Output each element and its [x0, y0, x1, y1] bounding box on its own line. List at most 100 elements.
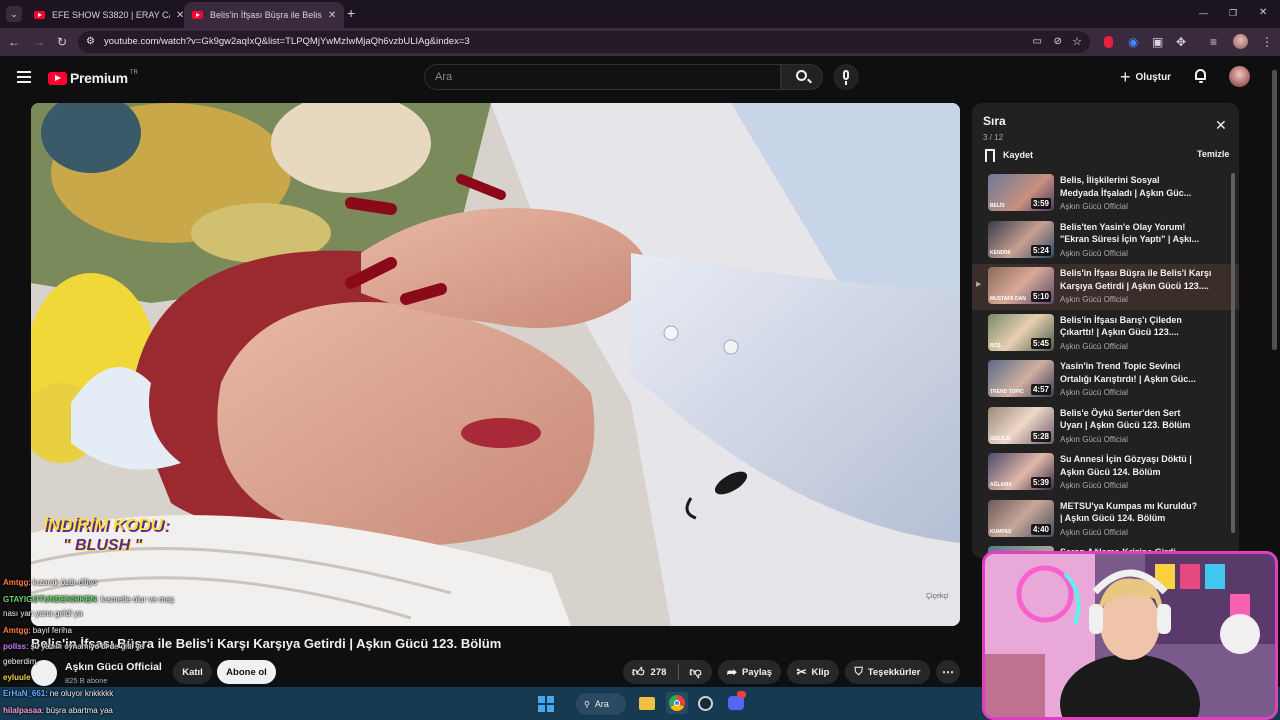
join-button[interactable]: Katıl [173, 660, 212, 684]
playlist-item[interactable]: GİZLİLİK 5:28 Belis'e Öykü Serter'den Se… [972, 404, 1239, 450]
taskbar-search-label: Ara [594, 699, 609, 709]
hide-icon[interactable]: ⊘ [1054, 31, 1062, 53]
chrome-icon[interactable] [666, 692, 688, 714]
video-frame [31, 103, 960, 626]
windows-start-icon[interactable] [538, 696, 554, 712]
steam-icon[interactable] [698, 696, 713, 711]
page-scrollbar[interactable] [1272, 70, 1277, 350]
thumbs-down-icon[interactable]: 👎︎ [689, 665, 701, 680]
clip-button[interactable]: ✂ Klip [787, 660, 839, 684]
playlist-item[interactable]: TREND TOPIC 4:57 Yasin'in Trend Topic Se… [972, 357, 1239, 403]
extensions-puzzle-icon[interactable]: ✥ [1176, 35, 1186, 49]
youtube-header: Premium TR Ara + Oluştur [0, 56, 1280, 100]
playlist-item-title: Belis, İlişkilerini Sosyal Medyada İfşal… [1060, 175, 1192, 198]
close-icon[interactable]: ✕ [1215, 117, 1227, 134]
playlist-position: 3 / 12 [983, 133, 1004, 142]
browser-tab-bar: ⌄ EFE SHOW S3820 | ERAY CAN Ö ✕ Belis'in… [0, 0, 1280, 28]
playlist-item-title: Yasin'in Trend Topic Sevinci Ortalığı Ka… [1060, 361, 1196, 384]
scissors-icon: ✂ [796, 665, 807, 679]
tab-close-icon[interactable]: ✕ [328, 10, 336, 21]
country-badge: TR [129, 70, 138, 76]
playlist-item-current[interactable]: ▶ MUSTAFA DAN 5:10 Belis'in İfşası Büşra… [972, 264, 1239, 310]
chat-text: geberdim [3, 657, 37, 666]
reload-icon[interactable]: ↻ [57, 35, 67, 49]
chat-username: Amtgg [3, 626, 29, 635]
tab-efe-show[interactable]: EFE SHOW S3820 | ERAY CAN Ö ✕ [26, 2, 192, 28]
duration-badge: 5:24 [1030, 244, 1051, 256]
playlist-item-title: Belis'in İfşası Büşra ile Belis'i Karşı … [1060, 268, 1212, 291]
channel-name[interactable]: Aşkın Gücü Official [65, 661, 162, 673]
video-thumbnail: BÖŞ 5:45 [988, 313, 1054, 351]
promo-overlay-line1: İNDİRİM KODU: [43, 515, 169, 534]
extension-red-icon[interactable] [1104, 36, 1113, 48]
voice-search-button[interactable] [833, 64, 859, 90]
playlist-scrollbar[interactable] [1231, 173, 1235, 533]
chat-message: Amtgg: kızarak özür diliyo [3, 578, 97, 587]
video-player[interactable]: İNDİRİM KODU: " BLUSH " Çiçekçi [31, 103, 960, 626]
playlist-item[interactable]: KENDİNİ 5:24 Belis'ten Yasin'e Olay Yoru… [972, 218, 1239, 264]
site-info-icon[interactable]: ⚙ [86, 31, 95, 53]
bookmark-icon [985, 148, 995, 162]
reading-list-icon[interactable]: ≡ [1210, 35, 1217, 49]
taskbar-search[interactable]: ⚲ Ara [576, 693, 626, 715]
subscribe-button[interactable]: Abone ol [217, 660, 276, 684]
profile-avatar[interactable] [1233, 34, 1248, 49]
video-thumbnail: KUMPAS 4:40 [988, 499, 1054, 537]
share-button[interactable]: ➦ Paylaş [718, 660, 781, 684]
url-field[interactable]: ⚙ youtube.com/watch?v=Gk9gw2aqIxQ&list=T… [78, 31, 1090, 53]
chat-message: pollss: şu yazılıı oynamıyo bi de gitti … [3, 642, 144, 651]
discord-icon[interactable] [728, 691, 746, 710]
playlist-item-title: METSU'ya Kumpas mı Kuruldu? | Aşkın Gücü… [1060, 500, 1198, 524]
tab-belis[interactable]: Belis'in İfşası Büşra ile Belis'i Kar ✕ [184, 2, 345, 28]
extension-audio-icon[interactable]: ◉ [1128, 35, 1138, 49]
bookmark-star-icon[interactable]: ☆ [1072, 31, 1082, 53]
like-count: 278 [650, 666, 667, 678]
search-icon: ⚲ [584, 699, 590, 709]
logo-text: Premium [70, 70, 128, 86]
discord-badge [737, 691, 746, 698]
file-explorer-icon[interactable] [639, 697, 655, 710]
plus-icon: + [1120, 66, 1131, 87]
thumb-caption: BELİS [990, 203, 1005, 209]
account-avatar[interactable] [1229, 66, 1250, 87]
tab-list-button[interactable]: ⌄ [6, 6, 22, 22]
restore-button[interactable]: ❐ [1229, 6, 1237, 20]
playlist-item[interactable]: KUMPAS 4:40 METSU'ya Kumpas mı Kuruldu? … [972, 497, 1239, 543]
chat-text: : kısmetle olur ve maç [96, 595, 175, 604]
duration-badge: 5:39 [1030, 477, 1051, 488]
playlist-item-title: Belis'e Öykü Serter'den Sert Uyarı | Aşk… [1060, 407, 1191, 431]
save-playlist-button[interactable]: Kaydet [985, 147, 1033, 163]
playlist-item[interactable]: BELİS 3:59 Belis, İlişkilerini Sosyal Me… [972, 171, 1239, 217]
clear-playlist-button[interactable]: Temizle [1197, 149, 1229, 159]
like-button[interactable]: 👍︎ 278 [623, 665, 666, 680]
thumb-caption: TREND TOPIC [990, 389, 1024, 395]
search-button[interactable] [781, 64, 823, 90]
minimize-button[interactable]: — [1199, 6, 1208, 20]
back-icon[interactable]: ← [8, 35, 20, 49]
extension-shield-icon[interactable]: ▣ [1152, 35, 1163, 49]
more-actions-button[interactable]: ⋯ [936, 660, 960, 684]
chat-text: : kızarak özür diliyo [28, 578, 97, 587]
notifications-bell-icon[interactable] [1194, 69, 1208, 83]
thumb-caption: KUMPAS [990, 528, 1012, 535]
chat-message: geberdim [3, 657, 36, 666]
chat-message: Amtgg: bayıl feriha [3, 626, 72, 635]
tab-title: EFE SHOW S3820 | ERAY CAN Ö [52, 10, 170, 20]
playlist-item[interactable]: BÖŞ 5:45 Belis'in İfşası Barış'ı Çileden… [972, 311, 1239, 357]
chat-text: : bayıl feriha [28, 626, 72, 635]
youtube-logo[interactable]: Premium TR [48, 69, 138, 87]
playlist-item[interactable]: AĞLAMA 5:39 Su Annesi İçin Gözyaşı Döktü… [972, 450, 1239, 496]
browser-menu-icon[interactable]: ⋮ [1261, 35, 1273, 49]
microphone-icon [843, 70, 849, 80]
video-thumbnail: KENDİNİ 5:24 [988, 220, 1054, 258]
thanks-button[interactable]: ⛉ Teşekkürler [845, 660, 930, 684]
create-button[interactable]: + Oluştur [1120, 66, 1171, 88]
cast-icon[interactable]: ▭ [1033, 31, 1042, 53]
new-tab-button[interactable]: + [347, 6, 355, 20]
forward-icon[interactable]: → [33, 35, 45, 49]
close-window-button[interactable]: ✕ [1259, 6, 1267, 20]
search-input[interactable]: Ara [424, 64, 781, 90]
chat-text: : ne oluyor knkkkkk [45, 689, 114, 698]
chat-username: ErHaN_661 [3, 689, 46, 698]
menu-hamburger-icon[interactable] [17, 71, 31, 83]
